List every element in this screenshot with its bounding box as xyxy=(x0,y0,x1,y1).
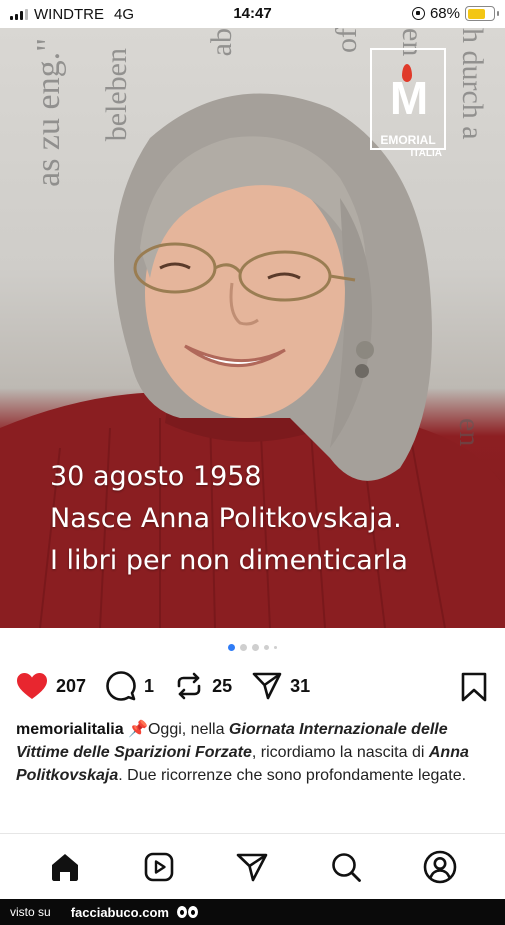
status-bar: WINDTRE 4G 14:47 68% xyxy=(0,0,505,28)
logo-name: EMORIAL xyxy=(380,133,436,147)
like-count: 207 xyxy=(56,675,87,696)
caption-text: Oggi, nella xyxy=(147,721,229,738)
nav-search[interactable] xyxy=(326,847,366,887)
carousel-dot xyxy=(264,645,269,650)
overlay-line: Nasce Anna Politkovskaja. xyxy=(50,503,402,534)
share-count: 31 xyxy=(290,675,311,696)
battery-icon xyxy=(465,6,499,21)
post-overlay-text: 30 agosto 1958 Nasce Anna Politkovskaja.… xyxy=(50,456,408,582)
nav-direct[interactable] xyxy=(232,847,272,887)
profile-icon xyxy=(423,850,457,883)
overlay-line: 30 agosto 1958 xyxy=(50,461,262,492)
nav-reels[interactable] xyxy=(139,847,179,887)
carousel-dot-active xyxy=(228,644,235,651)
status-right: 68% xyxy=(411,5,499,22)
save-button[interactable] xyxy=(461,672,487,707)
repost-icon xyxy=(177,672,201,700)
bookmark-icon xyxy=(461,672,487,702)
caption-text: . Due ricorrenze che sono profondamente … xyxy=(118,767,467,784)
nav-home[interactable] xyxy=(45,847,85,887)
like-button[interactable]: 207 xyxy=(16,672,86,700)
heart-icon xyxy=(17,673,47,699)
battery-fill xyxy=(467,8,485,19)
post-caption: memorialitalia 📌Oggi, nella Giornata Int… xyxy=(16,718,486,787)
share-button[interactable]: 31 xyxy=(252,671,310,701)
comment-button[interactable]: 1 xyxy=(106,671,154,701)
carousel-dot xyxy=(274,646,277,649)
overlay-line: I libri per non dimenticarla xyxy=(50,545,408,576)
logo-subname: ITALIA xyxy=(410,148,442,159)
bottom-nav xyxy=(0,833,505,899)
nav-profile[interactable] xyxy=(420,847,460,887)
eyes-icon xyxy=(176,906,198,918)
search-icon xyxy=(332,852,362,882)
send-icon xyxy=(237,853,268,881)
repost-count: 25 xyxy=(212,675,233,696)
memorial-italia-logo: M EMORIAL ITALIA xyxy=(370,48,446,159)
logo-letter: M xyxy=(389,72,429,124)
caption-text: , ricordiamo la nascita di xyxy=(251,744,429,761)
orientation-lock-icon xyxy=(411,7,425,20)
home-icon xyxy=(51,853,78,881)
send-icon xyxy=(252,672,282,700)
comment-count: 1 xyxy=(144,675,155,696)
comment-icon xyxy=(106,671,136,701)
reels-icon xyxy=(144,852,173,881)
pin-icon: 📌 xyxy=(128,721,148,738)
carousel-indicator xyxy=(0,644,505,651)
watermark-site: facciabuco.com xyxy=(70,904,169,920)
carousel-dot xyxy=(252,644,259,651)
post-actions: 207 1 25 31 xyxy=(16,668,491,704)
carousel-dot xyxy=(240,644,247,651)
caption-username[interactable]: memorialitalia xyxy=(16,721,124,738)
post-image[interactable]: as zu eng." beleben ab of en h durch a e… xyxy=(0,28,505,628)
battery-percent: 68% xyxy=(429,5,460,22)
watermark-prefix: visto su xyxy=(10,905,51,919)
repost-button[interactable]: 25 xyxy=(174,671,232,701)
watermark-bar: visto su facciabuco.com xyxy=(0,899,505,925)
